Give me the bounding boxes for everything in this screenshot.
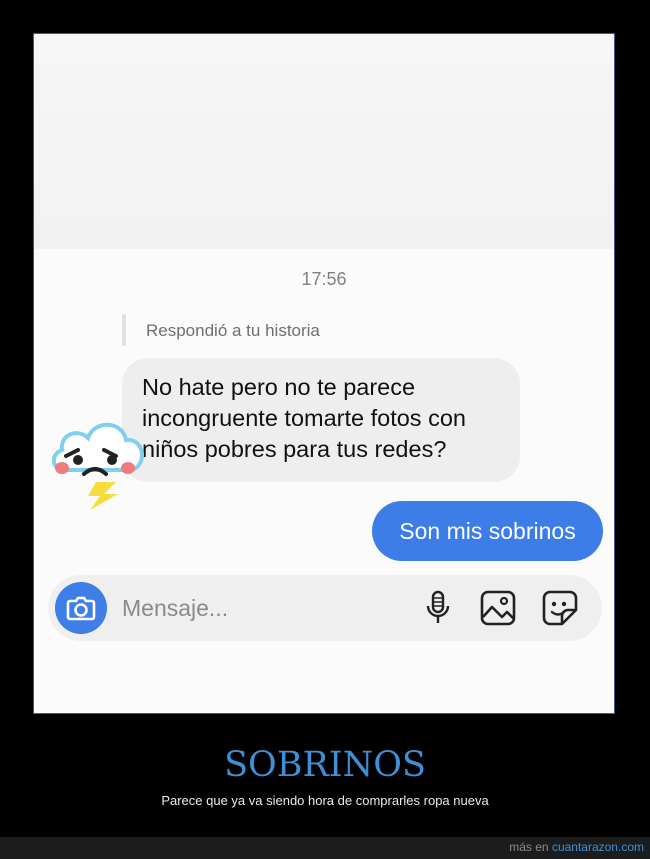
footer-prefix: más en: [509, 840, 549, 854]
site-link[interactable]: cuantarazon.com: [552, 840, 644, 854]
microphone-button[interactable]: [420, 590, 456, 626]
blurred-header-area: [34, 34, 614, 254]
sticker-icon: [542, 590, 578, 626]
message-timestamp: 17:56: [301, 269, 347, 289]
sticker-button[interactable]: [542, 590, 578, 626]
site-footer: más en cuantarazon.com: [0, 837, 650, 859]
post-title: SOBRINOS: [224, 745, 426, 785]
message-composer: [48, 575, 602, 641]
post-subtitle: Parece que ya va siendo hora de comprarl…: [161, 793, 489, 808]
incoming-message-bubble[interactable]: No hate pero no te parece incongruente t…: [122, 358, 520, 482]
microphone-icon: [426, 590, 450, 623]
story-reply-label: Respondió a tu historia: [146, 321, 320, 340]
sad-cloud-sticker: [52, 422, 144, 510]
reply-indicator-bar: [122, 314, 126, 346]
gallery-button[interactable]: [480, 590, 516, 626]
message-input[interactable]: [122, 593, 342, 623]
screenshot-frame: 17:56 Respondió a tu historia No hate pe…: [33, 33, 615, 714]
camera-icon: [66, 596, 96, 621]
outgoing-message-text: Son mis sobrinos: [399, 517, 576, 544]
outgoing-message-bubble[interactable]: Son mis sobrinos: [372, 501, 603, 561]
image-gallery-icon: [480, 590, 516, 626]
camera-button[interactable]: [55, 582, 107, 634]
incoming-message-text: No hate pero no te parece incongruente t…: [142, 374, 466, 462]
